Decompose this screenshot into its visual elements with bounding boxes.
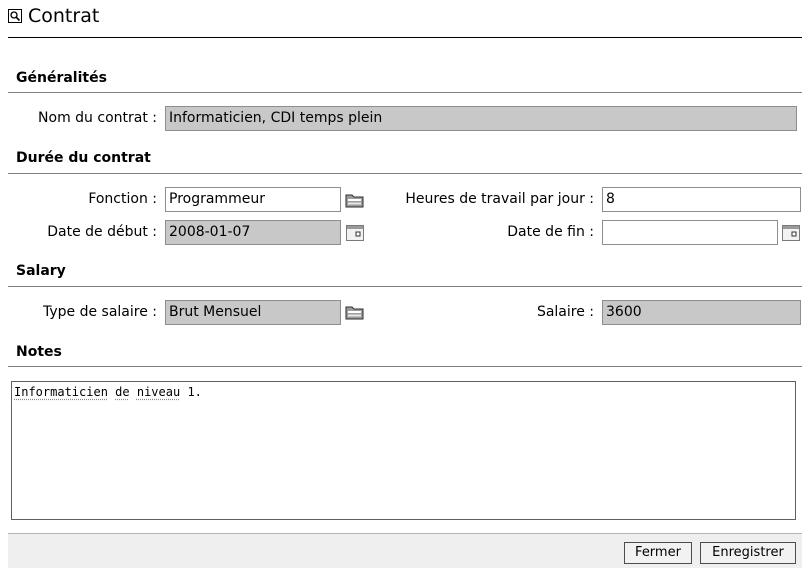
section-notes-divider (8, 366, 802, 367)
salary-amount-label: Salaire : (536, 304, 594, 320)
window-title: Contrat (28, 5, 100, 27)
magnifier-icon (8, 9, 22, 23)
notes-word: Informaticien (14, 385, 108, 399)
calendar-icon[interactable] (782, 225, 800, 241)
start-date-label: Date de début : (47, 224, 157, 240)
section-salary-title: Salary (16, 263, 66, 279)
notes-word: 1. (187, 385, 202, 399)
save-button[interactable]: Enregistrer (700, 542, 796, 564)
section-salary-divider (8, 286, 802, 287)
close-button[interactable]: Fermer (624, 542, 692, 564)
start-date-field[interactable]: 2008-01-07 (165, 220, 341, 245)
folder-picker-icon[interactable] (345, 191, 365, 209)
notes-word: de (115, 385, 130, 399)
end-date-label: Date de fin : (507, 224, 594, 240)
title-divider (8, 37, 802, 38)
section-duration-divider (8, 173, 802, 174)
section-duration-title: Durée du contrat (16, 150, 151, 166)
contract-name-label: Nom du contrat : (38, 110, 157, 126)
function-field[interactable]: Programmeur (165, 187, 341, 212)
salary-type-field[interactable]: Brut Mensuel (165, 300, 341, 325)
salary-amount-field[interactable]: 3600 (602, 300, 801, 325)
end-date-field[interactable] (602, 220, 778, 245)
salary-type-label: Type de salaire : (42, 304, 157, 320)
section-general-divider (8, 92, 802, 93)
section-general-title: Généralités (16, 70, 107, 86)
section-notes-title: Notes (16, 344, 62, 360)
folder-picker-icon[interactable] (345, 303, 365, 321)
hours-label: Heures de travail par jour : (405, 191, 594, 207)
function-label: Fonction : (88, 191, 157, 207)
notes-word: niveau (136, 385, 181, 399)
calendar-icon[interactable] (346, 225, 364, 241)
notes-textarea[interactable]: Informaticien de niveau 1. (11, 381, 796, 520)
hours-field[interactable]: 8 (602, 187, 801, 212)
contract-name-field[interactable]: Informaticien, CDI temps plein (165, 106, 797, 131)
